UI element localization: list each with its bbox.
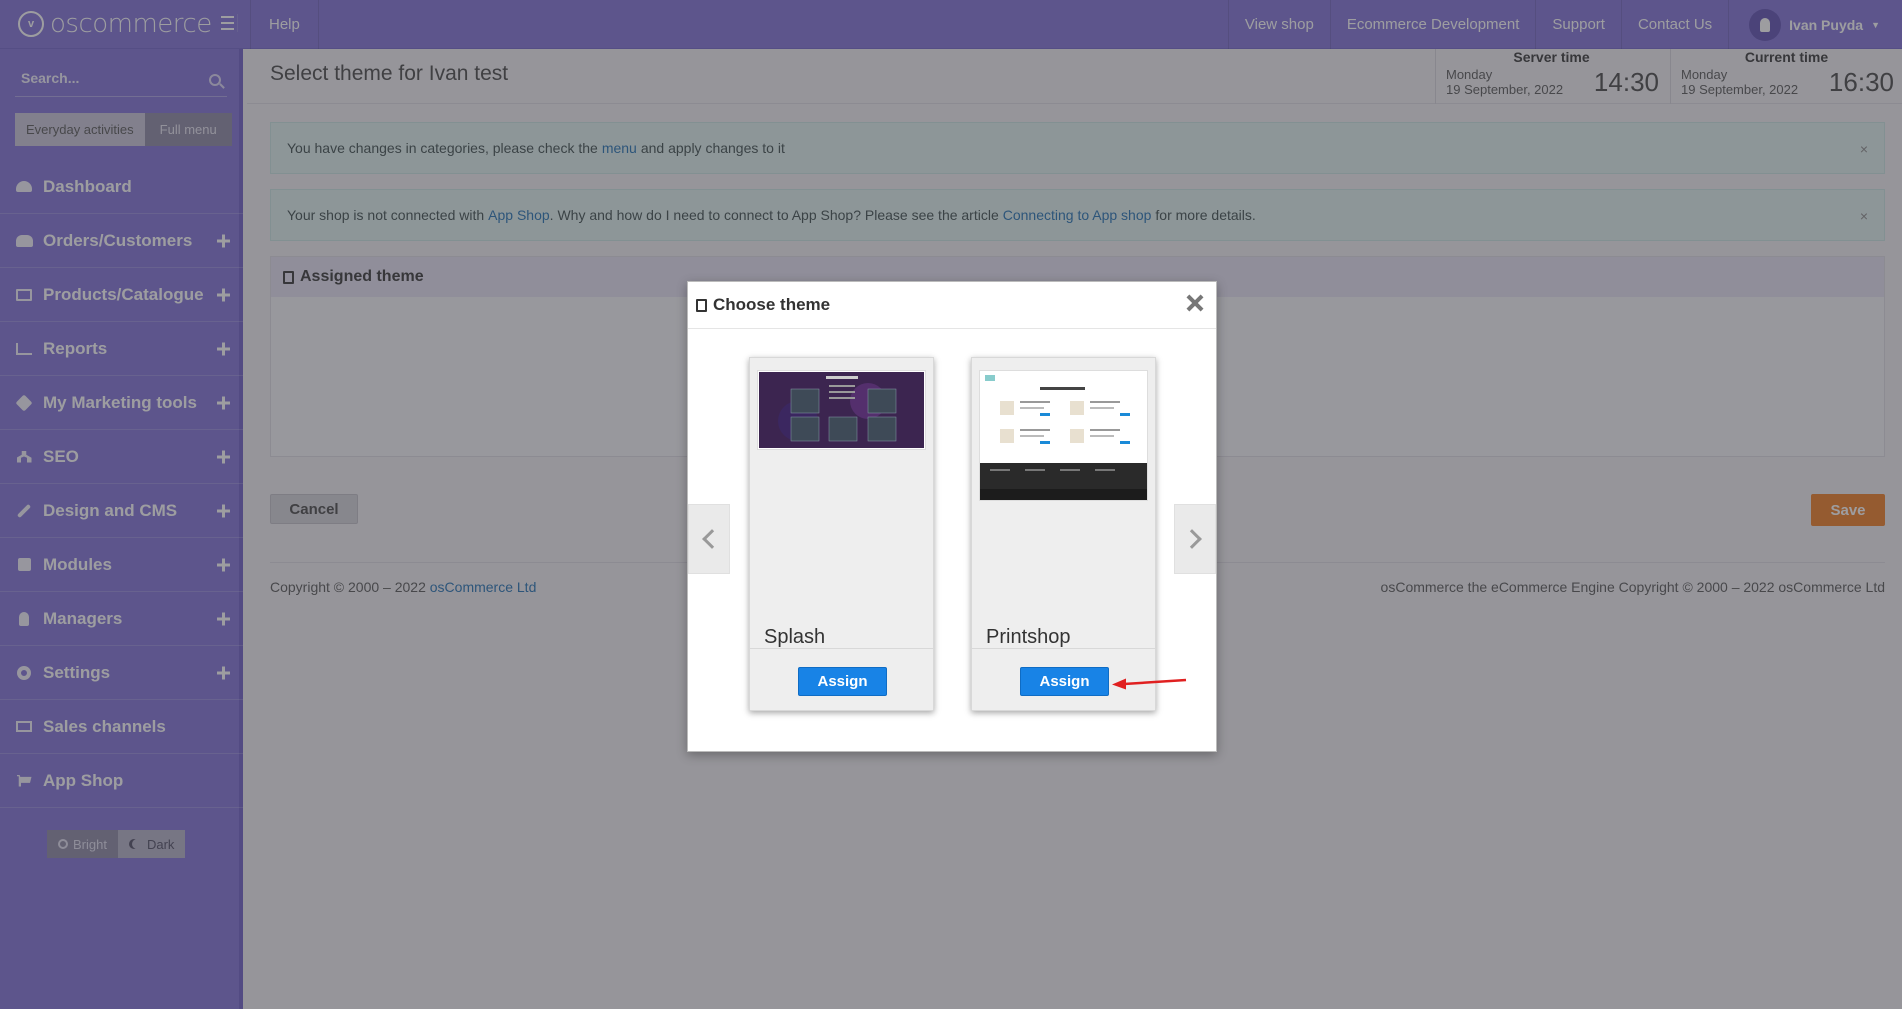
carousel-prev-button[interactable] [688,504,730,574]
printshop-preview-image [980,371,1147,500]
theme-card-splash: Splash Assign [749,357,934,711]
theme-thumbnail[interactable] [757,370,926,450]
chevron-right-icon [1182,529,1202,549]
carousel-next-button[interactable] [1174,504,1216,574]
theme-card-printshop: Printshop Assign [971,357,1156,711]
chevron-left-icon [702,529,722,549]
annotation-arrow-icon [1112,678,1187,690]
image-file-icon [696,298,707,312]
splash-preview-image [759,372,924,448]
assign-button-printshop[interactable]: Assign [1020,667,1109,696]
divider [972,648,1155,649]
modal-title: Choose theme [713,295,831,314]
assign-button-splash[interactable]: Assign [798,667,887,696]
modal-header: Choose theme [688,282,1216,329]
theme-name: Splash [764,626,826,648]
theme-name: Printshop [986,626,1071,648]
close-icon[interactable] [1185,293,1205,313]
theme-thumbnail[interactable] [979,370,1148,501]
divider [750,648,933,649]
